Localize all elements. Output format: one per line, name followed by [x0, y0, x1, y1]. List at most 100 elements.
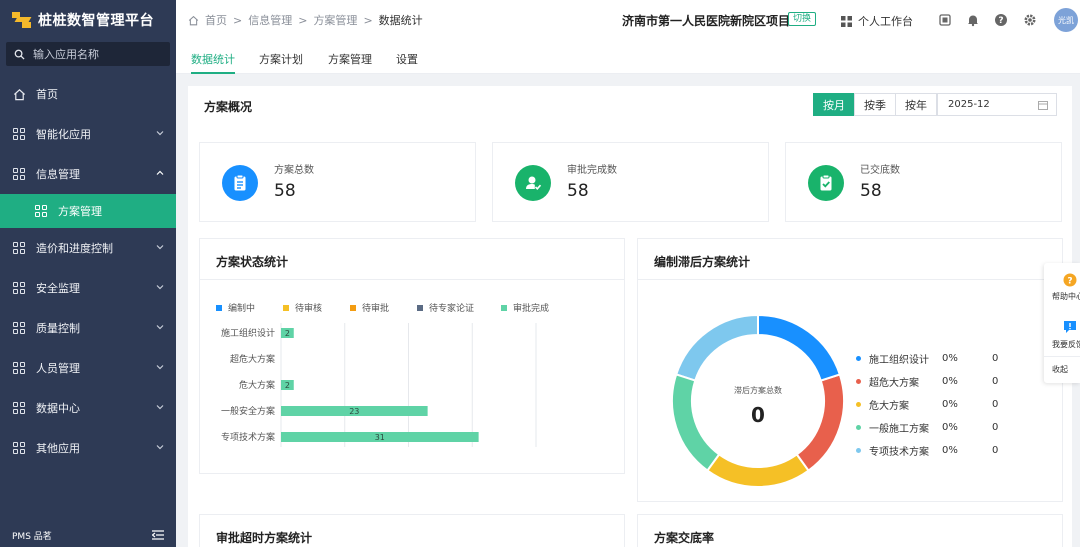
sidebar-item-label: 首页	[36, 88, 58, 101]
month-picker[interactable]: 2025-12	[937, 93, 1057, 116]
bar-value-label: 31	[375, 433, 385, 442]
breadcrumb-info-management[interactable]: 信息管理	[248, 12, 292, 28]
collapse-menu-icon[interactable]	[152, 530, 164, 540]
legend-swatch	[350, 304, 356, 311]
period-selector: 按月 按季 按年	[813, 93, 937, 116]
donut-slice[interactable]	[706, 452, 810, 488]
stat-label: 方案总数	[274, 165, 314, 176]
project-name: 济南市第一人民医院新院区项目	[622, 14, 791, 28]
sidebar-item-label: 数据中心	[36, 402, 80, 415]
sidebar-item-label: 安全监理	[36, 282, 80, 295]
collapse-link[interactable]: 收起	[1052, 364, 1068, 375]
sidebar-item-safety[interactable]: 安全监理	[0, 268, 176, 308]
gear-icon[interactable]	[1023, 13, 1037, 27]
sidebar-item-quality[interactable]: 质量控制	[0, 308, 176, 348]
overview-title: 方案概况	[204, 100, 253, 114]
stat-card-approved: 审批完成数 58	[492, 142, 769, 222]
logo-icon	[12, 12, 32, 28]
breadcrumb-separator: >	[363, 13, 373, 27]
breadcrumb-home[interactable]: 首页	[205, 12, 227, 28]
workbench-label: 个人工作台	[858, 15, 913, 28]
breadcrumb-separator: >	[298, 13, 308, 27]
divider	[200, 279, 624, 280]
sidebar-item-data-center[interactable]: 数据中心	[0, 388, 176, 428]
bell-icon[interactable]	[966, 13, 980, 27]
donut-center-label: 滞后方案总数	[734, 385, 782, 395]
legend-label: 编制中	[228, 304, 256, 314]
sidebar-item-smart-apps[interactable]: 智能化应用	[0, 114, 176, 154]
briefing-rate-panel: 方案交底率	[637, 514, 1063, 547]
panel-title: 编制滞后方案统计	[654, 255, 751, 269]
legend-item[interactable]: 待审核	[283, 301, 350, 314]
workbench-link[interactable]: 个人工作台	[841, 13, 913, 29]
sidebar-item-info-management[interactable]: 信息管理	[0, 154, 176, 194]
legend-label: 专项技术方案	[869, 447, 929, 458]
legend-dot	[856, 448, 861, 453]
period-year-button[interactable]: 按年	[895, 93, 937, 116]
screen-icon[interactable]	[938, 13, 952, 27]
avatar[interactable]: 光凯	[1054, 8, 1078, 32]
chevron-down-icon	[156, 325, 164, 330]
tab-settings[interactable]: 设置	[396, 51, 418, 67]
legend-item[interactable]: 待专家论证	[417, 301, 501, 314]
home-icon	[12, 87, 26, 101]
delay-donut-chart: 滞后方案总数 0	[671, 313, 845, 488]
legend-item[interactable]: 审批完成	[501, 301, 568, 314]
sidebar-item-cost-progress[interactable]: 造价和进度控制	[0, 228, 176, 268]
legend-swatch	[501, 304, 507, 311]
sidebar-item-plan-management[interactable]: 方案管理	[0, 194, 176, 228]
period-month-button[interactable]: 按月	[813, 93, 855, 116]
month-picker-value: 2025-12	[948, 99, 990, 110]
tab-plan-management[interactable]: 方案管理	[328, 51, 372, 67]
chevron-down-icon	[156, 131, 164, 136]
help-center-link[interactable]: 帮助中心	[1052, 291, 1080, 302]
stat-card-briefed: 已交底数 58	[785, 142, 1062, 222]
legend-label: 待审核	[295, 304, 323, 314]
tab-plan-schedule[interactable]: 方案计划	[259, 51, 303, 67]
sidebar: 桩桩数智管理平台 输入应用名称 首页 智能化应用 信息管理 方案管理 造价和进度…	[0, 0, 176, 547]
help-icon[interactable]: ?	[1063, 273, 1077, 287]
donut-slice[interactable]	[795, 373, 845, 472]
help-icon[interactable]: ?	[994, 13, 1008, 27]
legend-label: 危大方案	[869, 401, 909, 412]
donut-legend-row: 施工组织设计 0% 0	[856, 347, 1006, 370]
category-label: 超危大方案	[230, 353, 275, 365]
stat-value: 58	[860, 181, 882, 201]
logo[interactable]: 桩桩数智管理平台	[0, 0, 176, 40]
grid-icon	[841, 15, 852, 27]
legend-item[interactable]: 待审批	[350, 301, 417, 314]
status-bar-chart: 施工组织设计 2 超危大方案危大方案 2 一般安全方案 23 专项技术方案 31	[221, 323, 537, 447]
overdue-approval-panel: 审批超时方案统计	[199, 514, 625, 547]
donut-center-value: 0	[751, 403, 765, 427]
legend-item[interactable]: 编制中	[216, 301, 283, 314]
legend-swatch	[283, 304, 289, 311]
tab-statistics[interactable]: 数据统计	[191, 51, 235, 74]
period-quarter-button[interactable]: 按季	[854, 93, 896, 116]
sidebar-item-other-apps[interactable]: 其他应用	[0, 428, 176, 468]
category-label: 专项技术方案	[221, 431, 275, 443]
grid-icon	[12, 241, 26, 255]
switch-project-button[interactable]: 切换	[788, 12, 817, 26]
donut-slice[interactable]	[757, 313, 842, 382]
sidebar-footer: PMS 品茗	[0, 523, 176, 547]
legend-percent: 0%	[942, 422, 958, 433]
breadcrumb-plan-management[interactable]: 方案管理	[313, 12, 357, 28]
donut-slice[interactable]	[674, 313, 759, 382]
legend-percent: 0%	[942, 445, 958, 456]
panel-title: 方案交底率	[654, 531, 715, 545]
clipboard-icon	[222, 165, 258, 201]
chevron-up-icon	[156, 170, 164, 175]
donut-slice[interactable]	[671, 373, 721, 472]
sidebar-item-home[interactable]: 首页	[0, 74, 176, 114]
feedback-icon[interactable]	[1063, 320, 1077, 334]
legend-percent: 0%	[942, 353, 958, 364]
legend-percent: 0%	[942, 376, 958, 387]
panel-title: 方案状态统计	[216, 255, 289, 269]
search-input[interactable]: 输入应用名称	[6, 42, 170, 66]
search-icon	[14, 49, 25, 60]
top-bar: 首页 > 信息管理 > 方案管理 > 数据统计 济南市第一人民医院新院区项目 切…	[176, 0, 1080, 40]
home-icon[interactable]	[188, 15, 199, 26]
sidebar-item-personnel[interactable]: 人员管理	[0, 348, 176, 388]
legend-swatch	[417, 304, 423, 311]
feedback-link[interactable]: 我要反馈	[1052, 339, 1080, 350]
